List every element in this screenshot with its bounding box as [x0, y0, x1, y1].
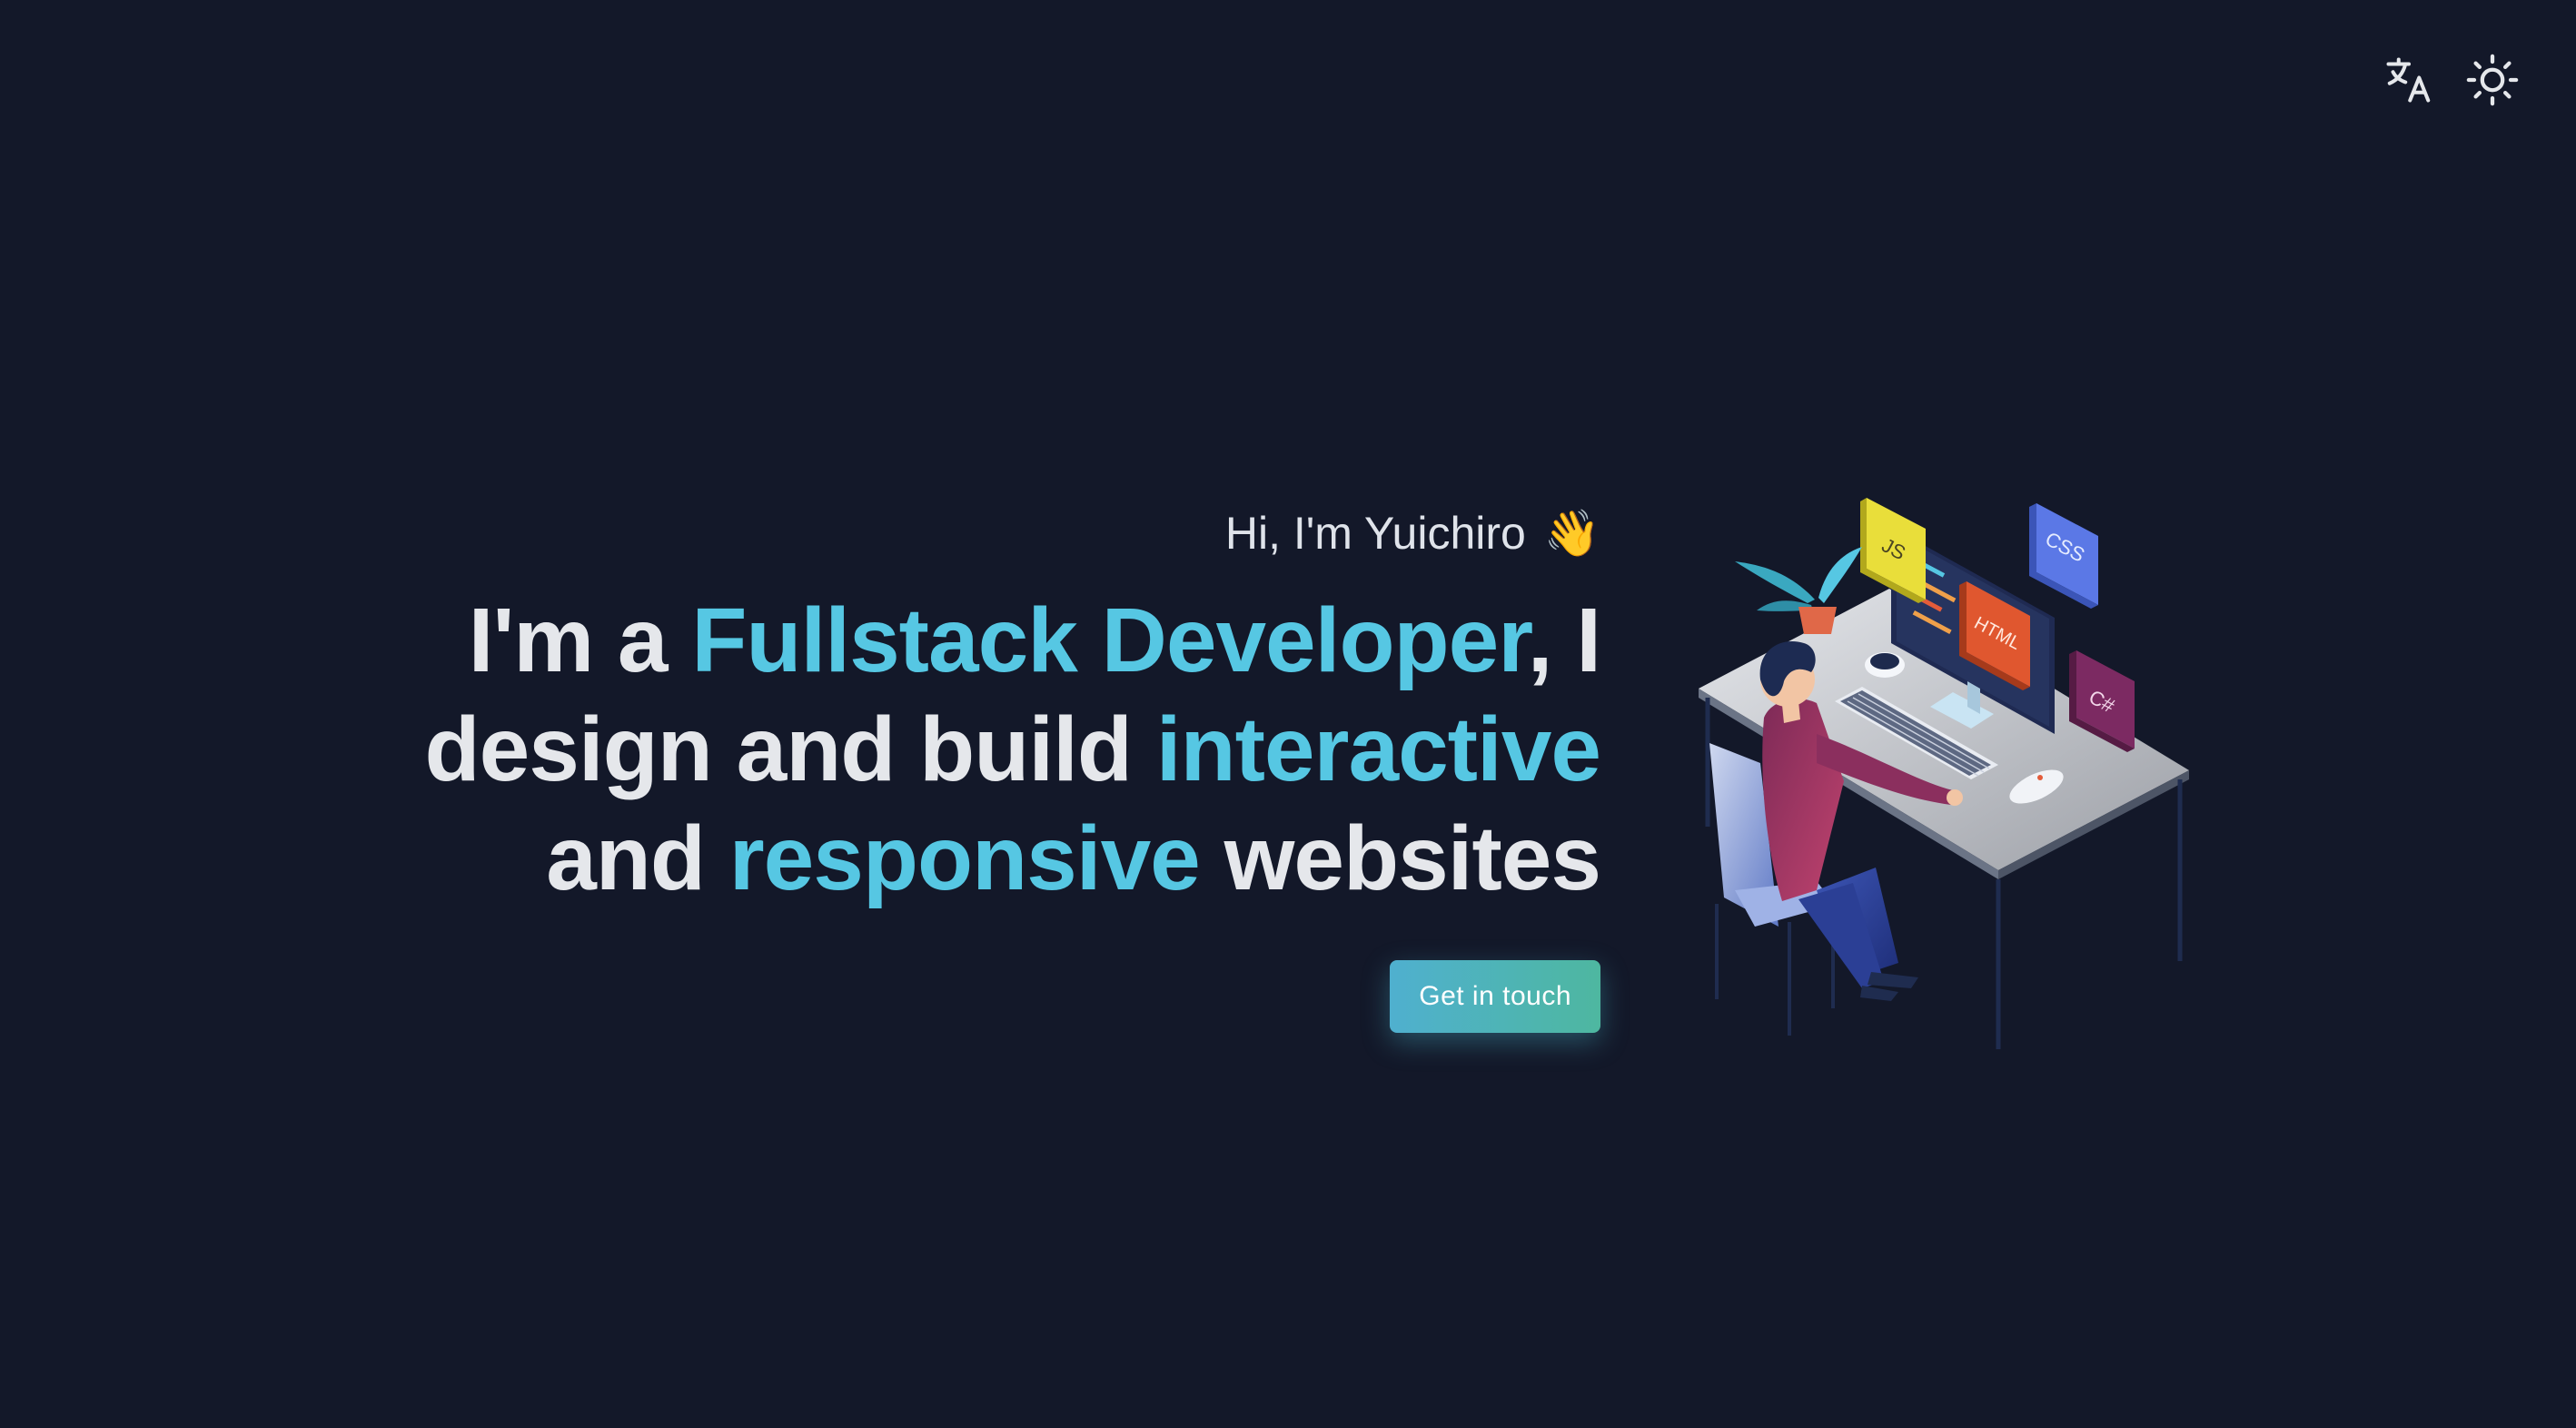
headline-part1: I'm a — [468, 590, 692, 691]
headline-part3: and — [546, 808, 729, 909]
greeting: Hi, I'm Yuichiro 👋 — [272, 509, 1600, 559]
cta-wrapper: Get in touch — [272, 960, 1600, 1033]
headline-highlight-role: Fullstack Developer — [691, 590, 1528, 691]
css-badge: CSS — [2029, 503, 2098, 609]
headline-highlight-interactive: interactive — [1155, 699, 1601, 800]
get-in-touch-button[interactable]: Get in touch — [1390, 960, 1600, 1033]
js-badge: JS — [1860, 498, 1926, 603]
theme-toggle-button[interactable] — [2460, 47, 2525, 113]
greeting-text: Hi, I'm Yuichiro — [1224, 508, 1526, 559]
translate-icon — [2386, 57, 2431, 103]
wave-emoji: 👋 — [1543, 507, 1600, 560]
sun-icon — [2466, 54, 2519, 106]
headline: I'm a Fullstack Developer, I design and … — [272, 586, 1601, 913]
top-controls — [2376, 47, 2525, 113]
coffee-cup — [1865, 652, 1905, 678]
headline-part4: websites — [1199, 808, 1601, 909]
hero-section: Hi, I'm Yuichiro 👋 I'm a Fullstack Devel… — [272, 509, 1601, 1033]
developer-illustration: JS CSS HTML C# — [1699, 498, 2189, 1049]
page: Hi, I'm Yuichiro 👋 I'm a Fullstack Devel… — [0, 0, 2576, 1428]
language-toggle-button[interactable] — [2376, 47, 2442, 113]
headline-highlight-responsive: responsive — [728, 808, 1201, 909]
